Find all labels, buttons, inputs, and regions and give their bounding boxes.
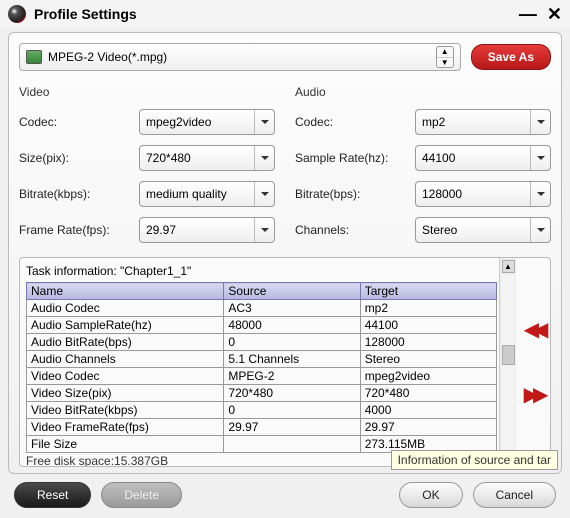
table-row[interactable]: Audio CodecAC3mp2 [27, 300, 497, 317]
footer: Reset Delete OK Cancel [0, 474, 570, 518]
prev-button[interactable]: ◀◀ [524, 317, 543, 342]
col-source[interactable]: Source [224, 283, 360, 300]
chevron-down-icon [254, 182, 274, 206]
cell-name: Audio Channels [27, 351, 224, 368]
minimize-button[interactable]: — [519, 4, 537, 25]
cell-name: Video FrameRate(fps) [27, 419, 224, 436]
chevron-down-icon [530, 110, 550, 134]
window-title: Profile Settings [34, 6, 509, 22]
tooltip: Information of source and tar [391, 450, 558, 470]
col-target[interactable]: Target [360, 283, 496, 300]
cell-target: 720*480 [360, 385, 496, 402]
video-size-select[interactable]: 720*480 [139, 145, 275, 171]
chevron-down-icon [530, 182, 550, 206]
profile-stepper[interactable]: ▲ ▼ [436, 46, 454, 68]
chevron-down-icon [530, 146, 550, 170]
task-info-heading: Task information: "Chapter1_1" [26, 262, 497, 282]
cell-name: Audio SampleRate(hz) [27, 317, 224, 334]
audio-section: Audio Codec: mp2 Sample Rate(hz): 44100 … [295, 81, 551, 253]
chevron-down-icon[interactable]: ▼ [437, 58, 453, 68]
audio-codec-select[interactable]: mp2 [415, 109, 551, 135]
video-framerate-select[interactable]: 29.97 [139, 217, 275, 243]
cell-name: File Size [27, 436, 224, 453]
cell-source: MPEG-2 [224, 368, 360, 385]
chevron-down-icon [254, 218, 274, 242]
audio-samplerate-select[interactable]: 44100 [415, 145, 551, 171]
cell-source: 720*480 [224, 385, 360, 402]
main-panel: MPEG-2 Video(*.mpg) ▲ ▼ Save As Video Co… [8, 32, 562, 474]
video-codec-label: Codec: [19, 115, 139, 129]
nav-column: ◀◀ ▶▶ [516, 258, 550, 466]
cell-target: 128000 [360, 334, 496, 351]
cell-target: 4000 [360, 402, 496, 419]
audio-codec-label: Codec: [295, 115, 415, 129]
next-button[interactable]: ▶▶ [524, 382, 543, 407]
task-info-table: Name Source Target Audio CodecAC3mp2Audi… [26, 282, 497, 453]
chevron-down-icon [530, 218, 550, 242]
video-bitrate-label: Bitrate(kbps): [19, 187, 139, 201]
cell-name: Audio BitRate(bps) [27, 334, 224, 351]
cell-source: 5.1 Channels [224, 351, 360, 368]
table-header-row: Name Source Target [27, 283, 497, 300]
cell-name: Video Codec [27, 368, 224, 385]
titlebar: Profile Settings — ✕ [0, 0, 570, 28]
cell-target: 44100 [360, 317, 496, 334]
cell-source: 48000 [224, 317, 360, 334]
profile-select[interactable]: MPEG-2 Video(*.mpg) ▲ ▼ [19, 43, 461, 71]
audio-bitrate-select[interactable]: 128000 [415, 181, 551, 207]
reset-button[interactable]: Reset [14, 482, 91, 508]
cell-source: 29.97 [224, 419, 360, 436]
audio-heading: Audio [295, 81, 551, 109]
cell-target: Stereo [360, 351, 496, 368]
chevron-down-icon [254, 146, 274, 170]
chevron-down-icon [254, 110, 274, 134]
cell-source: 0 [224, 334, 360, 351]
table-row[interactable]: Audio Channels5.1 ChannelsStereo [27, 351, 497, 368]
audio-bitrate-label: Bitrate(bps): [295, 187, 415, 201]
cell-name: Audio Codec [27, 300, 224, 317]
audio-channels-label: Channels: [295, 223, 415, 237]
table-row[interactable]: Video Size(pix)720*480720*480 [27, 385, 497, 402]
app-icon [8, 5, 26, 23]
delete-button[interactable]: Delete [101, 482, 182, 508]
save-as-button[interactable]: Save As [471, 44, 551, 70]
task-info-panel: Task information: "Chapter1_1" Name Sour… [19, 257, 551, 467]
audio-samplerate-label: Sample Rate(hz): [295, 151, 415, 165]
video-file-icon [26, 50, 42, 64]
video-codec-select[interactable]: mpeg2video [139, 109, 275, 135]
cell-name: Video BitRate(kbps) [27, 402, 224, 419]
cancel-button[interactable]: Cancel [473, 482, 556, 508]
cell-target: mp2 [360, 300, 496, 317]
video-size-label: Size(pix): [19, 151, 139, 165]
chevron-up-icon[interactable]: ▲ [437, 47, 453, 58]
close-button[interactable]: ✕ [547, 4, 562, 25]
table-row[interactable]: Audio BitRate(bps)0128000 [27, 334, 497, 351]
cell-target: 29.97 [360, 419, 496, 436]
table-row[interactable]: Audio SampleRate(hz)4800044100 [27, 317, 497, 334]
audio-channels-select[interactable]: Stereo [415, 217, 551, 243]
table-row[interactable]: Video BitRate(kbps)04000 [27, 402, 497, 419]
cell-source: AC3 [224, 300, 360, 317]
cell-target: mpeg2video [360, 368, 496, 385]
table-row[interactable]: Video CodecMPEG-2mpeg2video [27, 368, 497, 385]
cell-source [224, 436, 360, 453]
cell-source: 0 [224, 402, 360, 419]
ok-button[interactable]: OK [399, 482, 462, 508]
vertical-scrollbar[interactable]: ▲ ▼ [499, 258, 516, 466]
scroll-thumb[interactable] [502, 345, 515, 365]
video-section: Video Codec: mpeg2video Size(pix): 720*4… [19, 81, 275, 253]
video-heading: Video [19, 81, 275, 109]
profile-selected-text: MPEG-2 Video(*.mpg) [48, 50, 167, 64]
cell-name: Video Size(pix) [27, 385, 224, 402]
video-bitrate-select[interactable]: medium quality [139, 181, 275, 207]
scroll-up-icon[interactable]: ▲ [502, 260, 515, 273]
scroll-track[interactable] [502, 275, 515, 449]
table-row[interactable]: Video FrameRate(fps)29.9729.97 [27, 419, 497, 436]
col-name[interactable]: Name [27, 283, 224, 300]
video-framerate-label: Frame Rate(fps): [19, 223, 139, 237]
